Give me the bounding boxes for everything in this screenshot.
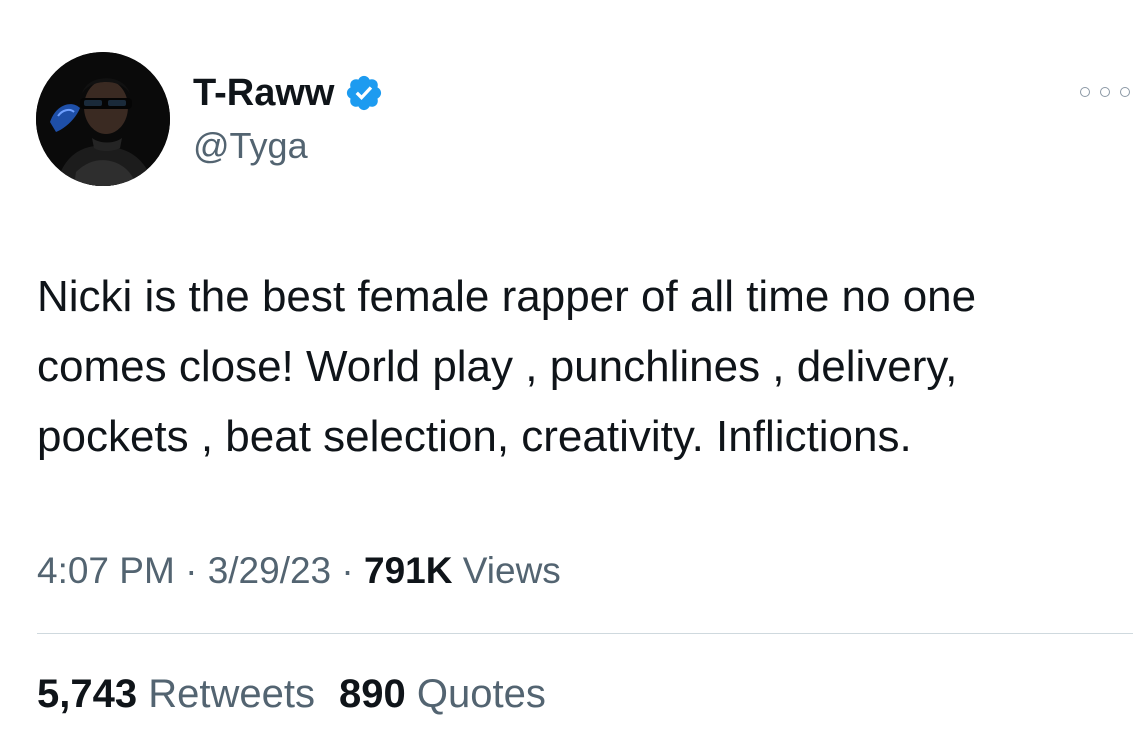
display-name-text: T-Raww	[193, 72, 335, 114]
retweets-count: 5,743	[37, 672, 138, 716]
views-label: Views	[452, 550, 561, 591]
more-options-icon[interactable]	[1080, 80, 1130, 104]
avatar-image	[36, 52, 170, 186]
display-name[interactable]: T-Raww	[193, 70, 384, 116]
tweet-text: Nicki is the best female rapper of all t…	[37, 272, 977, 461]
meta-separator: ·	[174, 550, 208, 591]
more-dot-icon	[1120, 87, 1130, 97]
retweets-stat[interactable]: 5,743 Retweets	[37, 669, 315, 719]
quotes-stat[interactable]: 890 Quotes	[339, 669, 546, 719]
quotes-count: 890	[338, 672, 406, 716]
retweets-label: Retweets	[148, 672, 315, 716]
divider	[37, 633, 1133, 634]
quotes-label: Quotes	[416, 672, 546, 716]
tweet-stats: 5,743 Retweets 890 Quotes	[37, 669, 546, 719]
user-handle[interactable]: @Tyga	[193, 124, 308, 168]
views-count: 791K	[364, 550, 453, 591]
avatar[interactable]	[36, 52, 170, 186]
tweet-meta: 4:07 PM · 3/29/23 · 791K Views	[37, 546, 561, 596]
tweet-time[interactable]: 4:07 PM	[37, 550, 175, 591]
tweet-date[interactable]: 3/29/23	[208, 550, 331, 591]
verified-badge-icon[interactable]	[344, 73, 384, 113]
more-dot-icon	[1100, 87, 1110, 97]
meta-separator: ·	[331, 550, 365, 591]
more-dot-icon	[1080, 87, 1090, 97]
